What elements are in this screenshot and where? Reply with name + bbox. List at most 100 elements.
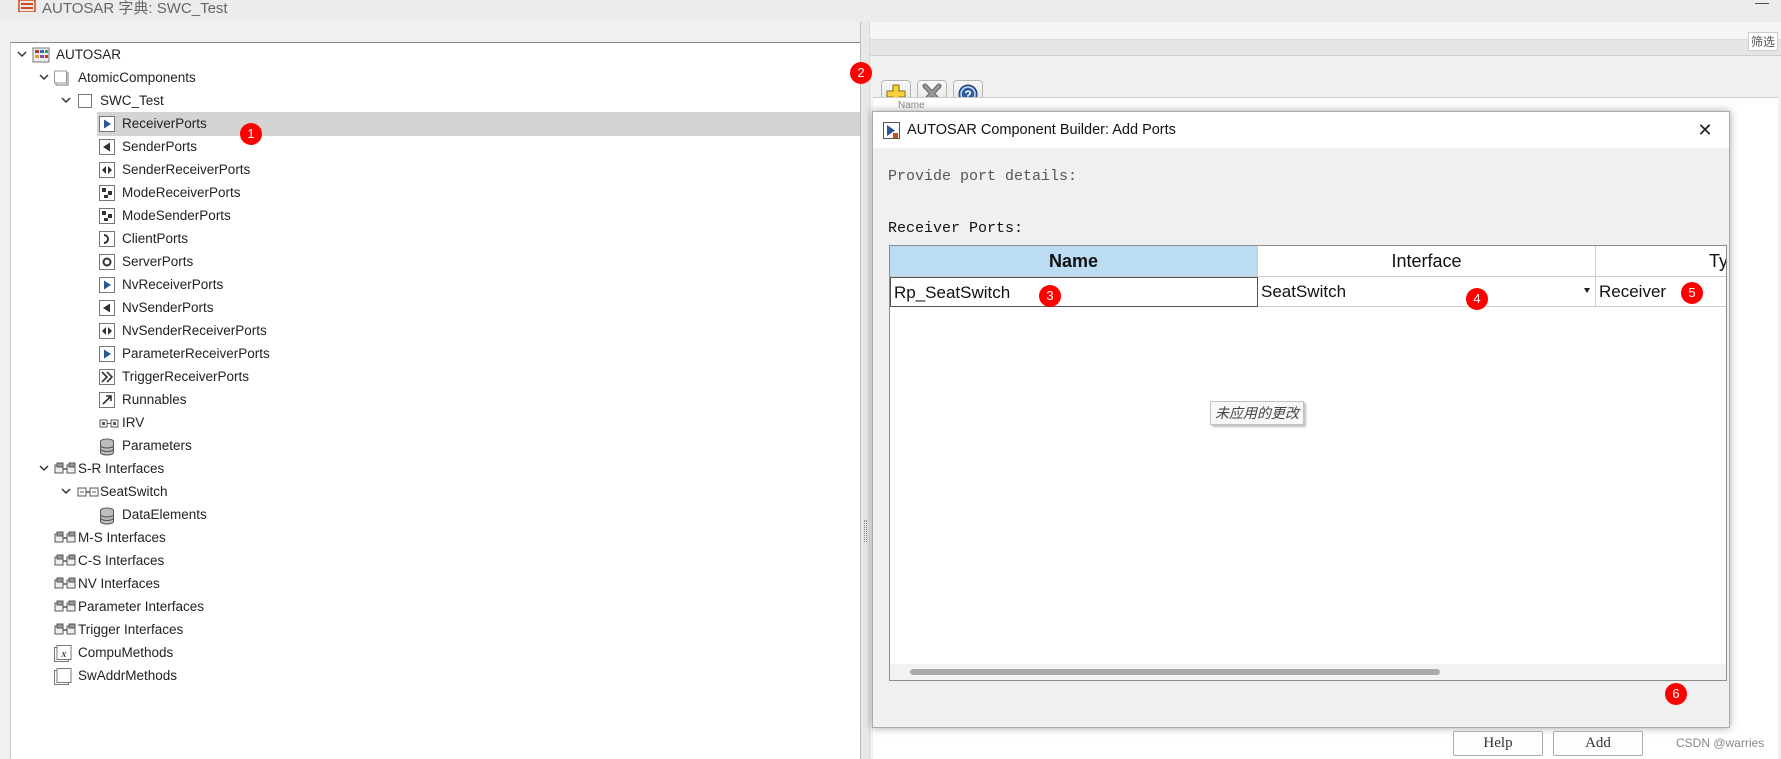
tree-item-label: M-S Interfaces [78,530,166,545]
tree-item-label: ReceiverPorts [122,116,207,131]
tree-item-label: Parameters [122,438,192,453]
tree-item-triggerreceiverports[interactable]: TriggerReceiverPorts [11,365,860,389]
chevron-down-icon[interactable] [60,94,72,106]
port-type-cell[interactable]: Receiver [1596,277,1726,307]
interface-group-icon [54,530,76,546]
close-icon[interactable]: ✕ [1695,120,1715,140]
tree-item-label: IRV [122,415,145,430]
chevron-down-icon[interactable] [60,485,72,497]
chevron-down-icon[interactable] [1584,288,1590,293]
chevron-down-icon[interactable] [16,48,28,60]
port-name-cell[interactable]: Rp_SeatSwitch [890,277,1258,307]
autosar-app-icon [18,0,36,12]
tree-item-senderreceiverports[interactable]: SenderReceiverPorts [11,158,860,182]
tree-item-label: C-S Interfaces [78,553,165,568]
right-panel-subheader [870,40,1781,56]
svg-text:x: x [61,648,67,660]
tree-item-label: SeatSwitch [100,484,168,499]
dialog-body: Provide port details: Receiver Ports: Na… [873,148,1729,756]
callout-5: 5 [1681,282,1703,304]
tree-item-label: Runnables [122,392,187,407]
scrollbar-thumb[interactable] [910,669,1440,675]
server-port-icon [99,254,115,270]
tree-item-nv-interfaces[interactable]: NV Interfaces [11,572,860,596]
trigger-port-icon [99,369,115,385]
right-panel-header [870,22,1781,40]
receiver-port-icon [99,277,115,293]
unapplied-changes-tooltip: 未应用的更改 [1210,401,1304,425]
tree-item-runnables[interactable]: Runnables [11,388,860,412]
database-icon [99,438,115,456]
table-header-interface[interactable]: Interface [1258,246,1596,277]
receiver-port-icon [99,346,115,362]
tree-item-irv[interactable]: IRV [11,411,860,435]
database-icon [99,507,115,525]
tree-item-label: TriggerReceiverPorts [122,369,250,384]
tree-item-dataelements[interactable]: DataElements [11,503,860,527]
package-icon [54,70,70,86]
sender-receiver-port-icon [99,323,115,339]
tree-item-parameterreceiverports[interactable]: ParameterReceiverPorts [11,342,860,366]
receiver-port-icon [99,116,115,132]
tree-item-modesenderports[interactable]: ModeSenderPorts [11,204,860,228]
tree-item-modereceiverports[interactable]: ModeReceiverPorts [11,181,860,205]
interface-group-icon [54,599,76,615]
tree-item-nvreceiverports[interactable]: NvReceiverPorts [11,273,860,297]
tree-item-parameters[interactable]: Parameters [11,434,860,458]
tree-item-atomiccomponents[interactable]: AtomicComponents [11,66,860,90]
tree-item-swaddrmethods[interactable]: SwAddrMethods [11,664,860,688]
callout-4: 4 [1466,288,1488,310]
dialog-prompt: Provide port details: [888,168,1078,185]
callout-1: 1 [240,123,262,145]
tree-item-seatswitch[interactable]: SeatSwitch [11,480,860,504]
tree-item-parameter-interfaces[interactable]: Parameter Interfaces [11,595,860,619]
addr-method-icon [54,668,72,685]
irv-icon [99,415,119,431]
table-header-name[interactable]: Name [890,246,1258,277]
watermark: CSDN @warries [1676,736,1765,750]
autosar-dictionary-window: AUTOSAR 字典: SWC_Test — AUTOSAR AtomicComp… [0,0,1781,759]
sender-port-icon [99,139,115,155]
tree-item-c-s-interfaces[interactable]: C-S Interfaces [11,549,860,573]
tree-item-swc-test[interactable]: SWC_Test [11,89,860,113]
autosar-tree[interactable]: AUTOSAR AtomicComponents SWC_Test ReceiverP… [10,42,860,759]
mode-port-icon [99,185,115,201]
interface-group-icon [54,576,76,592]
tree-item-compumethods[interactable]: x CompuMethods [11,641,860,665]
chevron-down-icon[interactable] [38,462,50,474]
panel-splitter[interactable] [860,22,870,759]
mode-port-icon [99,208,115,224]
tree-item-s-r-interfaces[interactable]: S-R Interfaces [11,457,860,481]
tree-item-label: SenderReceiverPorts [122,162,251,177]
tree-item-label: NV Interfaces [78,576,160,591]
chevron-down-icon[interactable] [38,71,50,83]
horizontal-scrollbar[interactable] [890,664,1726,680]
tree-item-label: AtomicComponents [78,70,196,85]
minimize-icon[interactable]: — [1755,0,1769,10]
help-dialog-button[interactable]: Help [1453,731,1543,756]
tree-item-senderports[interactable]: SenderPorts [11,135,860,159]
tree-item-clientports[interactable]: ClientPorts [11,227,860,251]
tree-item-label: ModeSenderPorts [122,208,231,223]
tree-item-nvsenderports[interactable]: NvSenderPorts [11,296,860,320]
runnable-icon [99,392,115,408]
tree-item-label: NvSenderReceiverPorts [122,323,267,338]
tree-item-receiverports[interactable]: ReceiverPorts [97,112,860,136]
splitter-grip-icon[interactable] [864,520,867,542]
table-header-type[interactable]: Type [1596,246,1727,277]
component-icon [77,93,93,109]
interface-dropdown[interactable]: SeatSwitch [1258,277,1596,307]
tree-item-m-s-interfaces[interactable]: M-S Interfaces [11,526,860,550]
tree-item-serverports[interactable]: ServerPorts [11,250,860,274]
tree-item-nvsenderreceiverports[interactable]: NvSenderReceiverPorts [11,319,860,343]
callout-2: 2 [850,62,872,84]
dialog-titlebar: AUTOSAR Component Builder: Add Ports ✕ [873,112,1729,148]
filter-input[interactable]: 筛选 [1748,32,1779,51]
tree-item-autosar[interactable]: AUTOSAR [11,43,860,67]
client-port-icon [99,231,115,247]
table-header-type-label: Type [1709,251,1727,271]
interface-group-icon [54,553,76,569]
add-dialog-button[interactable]: Add [1553,731,1643,756]
tree-item-label: Parameter Interfaces [78,599,205,614]
tree-item-trigger-interfaces[interactable]: Trigger Interfaces [11,618,860,642]
